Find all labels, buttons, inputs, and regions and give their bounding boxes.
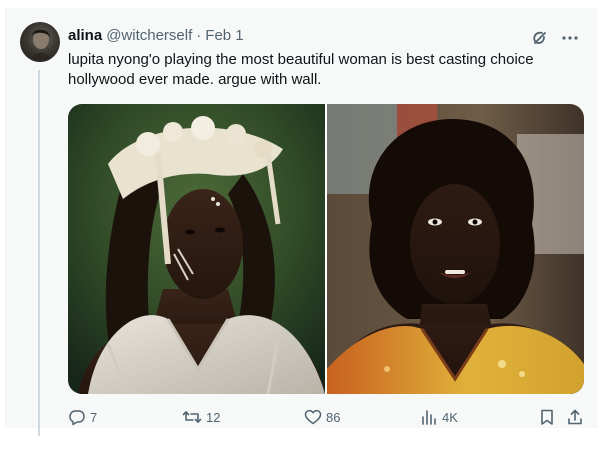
- author-handle[interactable]: @witcherself: [106, 26, 192, 46]
- reply-count: 7: [90, 409, 98, 425]
- tweet-date[interactable]: Feb 1: [205, 26, 243, 46]
- tweet-text: lupita nyong'o playing the most beautifu…: [68, 51, 534, 88]
- tweet-card[interactable]: alina @witcherself · Feb 1 lupita nyong'…: [5, 8, 598, 436]
- author-name[interactable]: alina: [68, 26, 102, 46]
- retweet-icon: [182, 408, 202, 426]
- like-button[interactable]: 86: [304, 406, 340, 428]
- retweet-count: 12: [206, 409, 221, 425]
- reply-icon: [68, 408, 86, 426]
- reply-button[interactable]: 7: [68, 406, 97, 428]
- media-image-left[interactable]: [68, 104, 325, 394]
- tweet-media[interactable]: [68, 104, 584, 394]
- heart-icon: [304, 408, 322, 426]
- bookmark-button[interactable]: [538, 406, 556, 428]
- separator-dot: ·: [196, 27, 202, 44]
- media-image-right[interactable]: [327, 104, 584, 394]
- like-count: 86: [326, 409, 341, 425]
- share-button[interactable]: [566, 406, 584, 428]
- share-icon: [566, 408, 584, 426]
- tweet-header: alina @witcherself · Feb 1: [68, 26, 244, 46]
- views-button[interactable]: 4K: [420, 406, 458, 428]
- thread-line: [38, 70, 40, 436]
- bookmark-icon: [538, 408, 556, 426]
- views-count: 4K: [442, 409, 458, 425]
- tweet-actions: 7 12 86 4K: [68, 406, 588, 428]
- page: alina @witcherself · Feb 1 lupita nyong'…: [0, 0, 612, 461]
- avatar[interactable]: [20, 22, 60, 62]
- retweet-button[interactable]: 12: [182, 406, 220, 428]
- views-icon: [420, 408, 438, 426]
